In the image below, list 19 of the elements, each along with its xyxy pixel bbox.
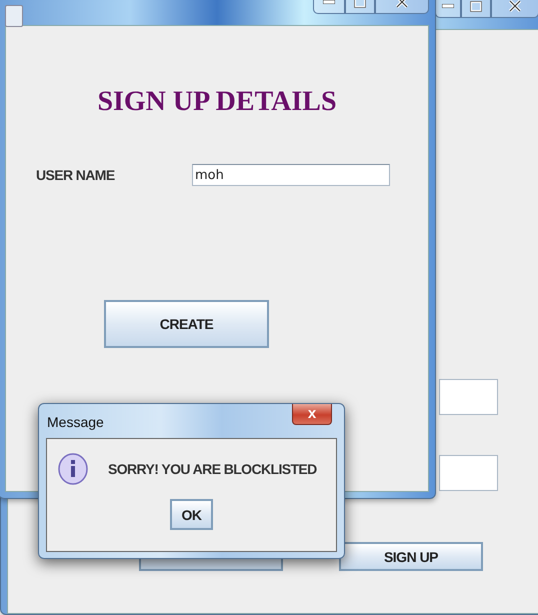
field-label: USER NAME [36,167,116,183]
dialog-title: Message [47,414,104,430]
message-text: SORRY! YOU ARE BLOCKLISTED [108,461,317,477]
create-button[interactable]: CREATE [104,300,269,348]
form-heading: SIGN UP DETAILS [97,86,337,118]
maximize-icon [470,0,482,12]
text-field[interactable] [439,455,498,491]
minimize-icon [442,4,454,8]
user-name-field[interactable]: moh [192,164,390,186]
info-icon [58,453,88,485]
ok-button[interactable]: OK [170,499,213,530]
minimize-icon [323,0,335,4]
text-field[interactable] [439,379,498,415]
close-button[interactable]: x [292,404,332,425]
maximize-button[interactable] [461,0,491,18]
close-button[interactable] [491,0,538,18]
close-icon [509,0,521,12]
minimize-button[interactable] [435,0,461,18]
sign-up-button[interactable]: SIGN UP [339,542,483,571]
